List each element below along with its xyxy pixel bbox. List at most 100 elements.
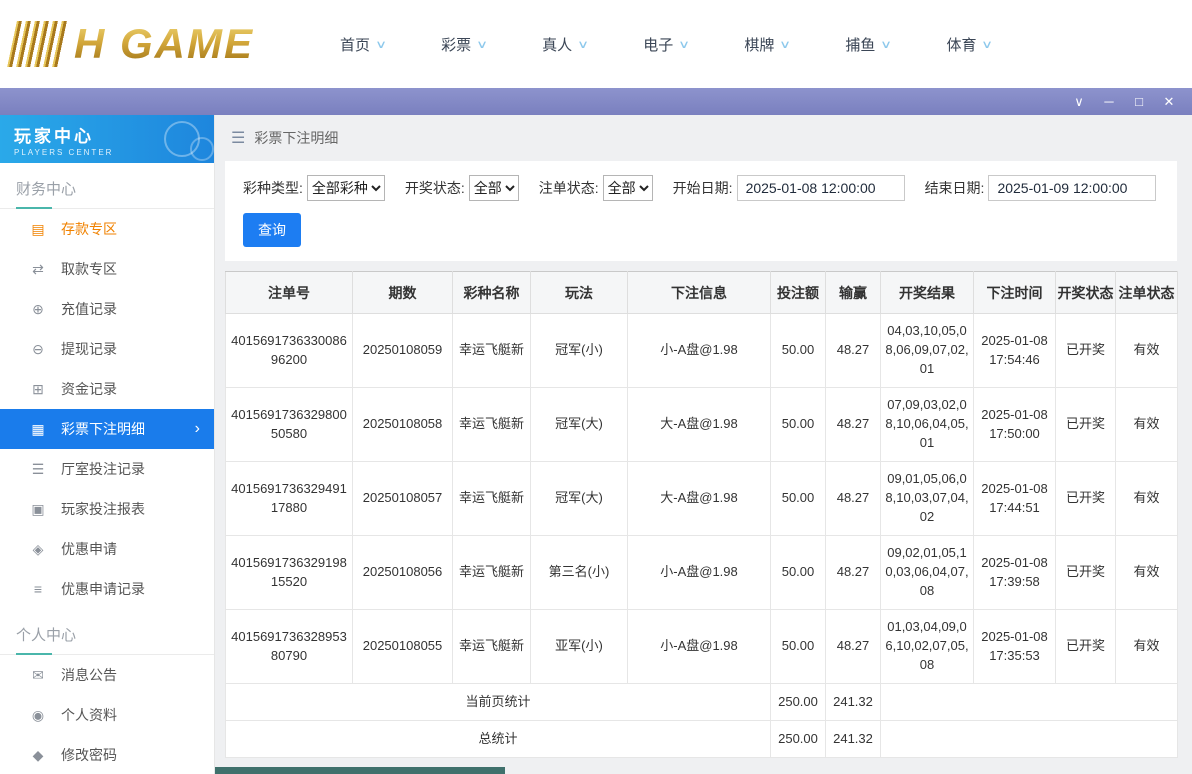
table-cell: 幸运飞艇新 [453, 536, 531, 610]
sidebar-item-玩家投注报表[interactable]: ▣玩家投注报表 [0, 489, 214, 529]
table-body: 40156917363300869620020250108059幸运飞艇新冠军(… [226, 314, 1178, 758]
table-cell: 小-A盘@1.98 [628, 536, 771, 610]
sidebar-item-优惠申请记录[interactable]: ≡ 优惠申请记录 [0, 569, 214, 609]
sidebar-item-label: 提现记录 [61, 339, 117, 359]
bet-detail-table-panel: 注单号期数彩种名称玩法下注信息投注额输赢开奖结果下注时间开奖状态注单状态 401… [225, 271, 1177, 758]
chevron-down-icon: ∨ [981, 38, 993, 51]
table-cell: 2025-01-08 17:44:51 [974, 462, 1056, 536]
table-cell: 亚军(小) [531, 610, 628, 684]
bet-status-select[interactable]: 全部 [603, 175, 653, 201]
chevron-down-icon: ∨ [880, 38, 892, 51]
draw-status-select[interactable]: 全部 [469, 175, 519, 201]
sidebar-item-label: 充值记录 [61, 299, 117, 319]
table-cell: 已开奖 [1056, 314, 1116, 388]
table-cell: 2025-01-08 17:39:58 [974, 536, 1056, 610]
nav-item-label: 彩票 [441, 34, 471, 55]
sidebar-item-label: 厅室投注记录 [61, 459, 145, 479]
sidebar-item-label: 修改密码 [61, 745, 117, 765]
collapse-icon[interactable]: ∨ [1064, 88, 1094, 115]
top-bar: H GAME 首页∨彩票∨真人∨电子∨棋牌∨捕鱼∨体育∨ [0, 0, 1192, 88]
start-date-input[interactable] [737, 175, 905, 201]
profile-icon: ◉ [28, 707, 48, 724]
chevron-right-icon: › [195, 420, 200, 438]
sidebar-item-彩票下注明细[interactable]: ▦彩票下注明细› [0, 409, 214, 449]
summary-empty [881, 721, 1178, 758]
sidebar-header: 玩家中心 PLAYERS CENTER [0, 115, 214, 163]
window-controls: ∨─□✕ [1064, 88, 1184, 115]
table-cell: 冠军(大) [531, 462, 628, 536]
nav-item-真人[interactable]: 真人∨ [542, 34, 587, 55]
sidebar-item-厅室投注记录[interactable]: ☰厅室投注记录 [0, 449, 214, 489]
sidebar-menu: 财务中心▤存款专区⇄取款专区⊕充值记录 ⊖ 提现记录 ⊞资金记录▦彩票下注明细›☰厅室… [0, 163, 214, 774]
table-cell: 幸运飞艇新 [453, 388, 531, 462]
draw-status-label: 开奖状态: [405, 178, 465, 198]
start-date-label: 开始日期: [673, 178, 733, 198]
nav-item-彩票[interactable]: 彩票∨ [441, 34, 486, 55]
sidebar-item-label: 优惠申请记录 [61, 579, 145, 599]
summary-win-total: 241.32 [826, 684, 881, 721]
summary-row: 当前页统计250.00241.32 [226, 684, 1178, 721]
window-title-bar: ∨─□✕ [0, 88, 1192, 115]
menu-icon[interactable]: ☰ [231, 128, 245, 148]
nav-item-体育[interactable]: 体育 ∨ [946, 34, 991, 55]
table-row: 40156917363300869620020250108059幸运飞艇新冠军(… [226, 314, 1178, 388]
sidebar-section-title: 个人中心 [0, 609, 214, 655]
sidebar-item-资金记录[interactable]: ⊞资金记录 [0, 369, 214, 409]
summary-win-total: 241.32 [826, 721, 881, 758]
filter-row: 彩种类型: 全部彩种 开奖状态: 全部 注单状态: 全部 开始日期: 结束日期: [243, 175, 1159, 201]
table-row: 40156917363291981552020250108056幸运飞艇新第三名… [226, 536, 1178, 610]
table-cell: 已开奖 [1056, 536, 1116, 610]
table-header-row: 注单号期数彩种名称玩法下注信息投注额输赢开奖结果下注时间开奖状态注单状态 [226, 272, 1178, 314]
table-row: 40156917363289538079020250108055幸运飞艇新亚军(… [226, 610, 1178, 684]
table-cell: 48.27 [826, 314, 881, 388]
nav-item-电子[interactable]: 电子∨ [643, 34, 688, 55]
sidebar-item-提现记录[interactable]: ⊖ 提现记录 [0, 329, 214, 369]
sidebar-item-个人资料[interactable]: ◉个人资料 [0, 695, 214, 735]
horizontal-scrollbar-thumb[interactable] [215, 767, 505, 774]
button-row: 查询 [243, 213, 1159, 247]
column-header: 下注信息 [628, 272, 771, 314]
sidebar-item-优惠申请[interactable]: ◈优惠申请 [0, 529, 214, 569]
nav-item-捕鱼[interactable]: 捕鱼∨ [845, 34, 890, 55]
table-cell: 50.00 [771, 610, 826, 684]
nav-item-首页[interactable]: 首页∨ [340, 34, 385, 55]
table-cell: 04,03,10,05,08,06,09,07,02,01 [881, 314, 974, 388]
sidebar-item-存款专区[interactable]: ▤存款专区 [0, 209, 214, 249]
table-cell: 401569173633008696200 [226, 314, 353, 388]
sidebar-item-修改密码[interactable]: ◆修改密码 [0, 735, 214, 774]
main-area: 玩家中心 PLAYERS CENTER 财务中心▤存款专区⇄取款专区⊕充值记录⊖… [0, 115, 1192, 774]
sidebar-item-消息公告[interactable]: ✉消息公告 [0, 655, 214, 695]
top-nav: 首页∨彩票∨真人∨电子∨棋牌∨捕鱼∨体育∨ [340, 34, 992, 55]
table-cell: 09,02,01,05,10,03,06,04,07,08 [881, 536, 974, 610]
cashout-icon: ⊖ [28, 341, 48, 358]
minimize-icon[interactable]: ─ [1094, 88, 1124, 115]
table-cell: 已开奖 [1056, 388, 1116, 462]
summary-row: 总统计250.00241.32 [226, 721, 1178, 758]
chevron-down-icon: ∨ [678, 38, 690, 51]
bubbles-decoration [164, 121, 200, 157]
nav-item-label: 棋牌 [744, 34, 774, 55]
chevron-down-icon: ∨ [375, 38, 387, 51]
table-cell: 48.27 [826, 536, 881, 610]
table-cell: 48.27 [826, 462, 881, 536]
sidebar-item-取款专区[interactable]: ⇄取款专区 [0, 249, 214, 289]
close-icon[interactable]: ✕ [1154, 88, 1184, 115]
sidebar-item-充值记录[interactable]: ⊕充值记录 [0, 289, 214, 329]
promo-record-icon: ≡ [28, 581, 48, 597]
lottery-type-select[interactable]: 全部彩种 [307, 175, 385, 201]
message-icon: ✉ [28, 667, 48, 684]
column-header: 注单号 [226, 272, 353, 314]
nav-item-label: 体育 [946, 34, 976, 55]
table-cell: 20250108056 [353, 536, 453, 610]
column-header: 投注额 [771, 272, 826, 314]
end-date-label: 结束日期: [925, 178, 985, 198]
search-button[interactable]: 查询 [243, 213, 301, 247]
logo: H GAME [12, 20, 282, 68]
maximize-icon[interactable]: □ [1124, 88, 1154, 115]
table-cell: 07,09,03,02,08,10,06,04,05,01 [881, 388, 974, 462]
sidebar-section-title: 财务中心 [0, 163, 214, 209]
table-cell: 401569173632895380790 [226, 610, 353, 684]
nav-item-棋牌[interactable]: 棋牌∨ [744, 34, 789, 55]
sidebar-item-label: 优惠申请 [61, 539, 117, 559]
end-date-input[interactable] [988, 175, 1156, 201]
